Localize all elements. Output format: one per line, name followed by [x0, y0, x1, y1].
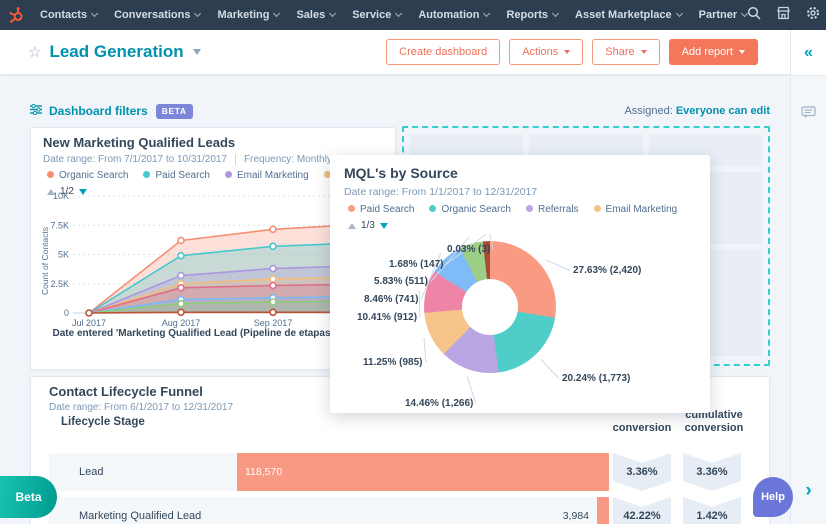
funnel-bar[interactable] [237, 453, 609, 491]
add-report-button[interactable]: Add report [669, 39, 758, 65]
pie-slice-label: 14.46% (1,266) [405, 398, 473, 409]
report-title[interactable]: MQL's by Source [344, 165, 458, 181]
date-range: Date range: From 7/1/2017 to 10/31/2017 [43, 154, 227, 165]
pie-slice-label: 8.46% (741) [364, 294, 418, 305]
nav-item-sales[interactable]: Sales [296, 9, 335, 21]
double-chevron-left-icon: « [804, 44, 813, 62]
nav-item-reports[interactable]: Reports [506, 9, 558, 21]
nav-item-marketing[interactable]: Marketing [217, 9, 279, 21]
nav-utilities [747, 6, 826, 25]
svg-text:Sep 2017: Sep 2017 [254, 318, 293, 328]
nav-item-contacts[interactable]: Contacts [40, 9, 97, 21]
help-button[interactable]: Help [753, 477, 793, 517]
beta-pill-button[interactable]: Beta [0, 476, 57, 518]
svg-text:Jul 2017: Jul 2017 [72, 318, 106, 328]
stage-column-header: Lifecycle Stage [61, 416, 145, 428]
dashboard-filters-link[interactable]: Dashboard filters [49, 104, 148, 118]
top-navigation: Contacts Conversations Marketing Sales S… [0, 0, 826, 30]
nav-item-service[interactable]: Service [352, 9, 401, 21]
page-title: Lead Generation [49, 42, 183, 62]
actions-button[interactable]: Actions [509, 39, 583, 65]
pie-slice-label: 0.03% (3) [447, 244, 490, 255]
legend-pager: 1/3 [348, 220, 388, 231]
conversion-badge: 3.36% [613, 453, 671, 491]
chart-legend: Paid Search Organic Search Referrals Ema… [348, 204, 677, 215]
chevron-right-icon[interactable]: › [791, 480, 826, 502]
stage-value: 3,984 [563, 497, 589, 524]
cumulative-conversion-badge: 1.42% [683, 497, 741, 524]
cumulative-conversion-badge: 3.36% [683, 453, 741, 491]
nav-item-conversations[interactable]: Conversations [114, 9, 200, 21]
share-button[interactable]: Share [592, 39, 659, 65]
nav-menu: Contacts Conversations Marketing Sales S… [40, 9, 747, 21]
collapse-panel-button[interactable]: « [791, 30, 826, 76]
legend-page-up-icon[interactable] [348, 223, 356, 229]
nav-item-asset-marketplace[interactable]: Asset Marketplace [575, 9, 682, 21]
donut-chart[interactable] [424, 241, 556, 373]
pie-slice-label: 20.24% (1,773) [562, 373, 630, 384]
funnel-row-lead[interactable]: Lead 118,570 [49, 453, 609, 491]
assigned-permission-link[interactable]: Everyone can edit [676, 105, 770, 117]
svg-text:5K: 5K [58, 250, 69, 260]
pie-slice-label: 27.63% (2,420) [573, 265, 641, 276]
search-icon[interactable] [747, 6, 761, 25]
comments-icon[interactable] [791, 106, 826, 119]
filters-row: Dashboard filters BETA Assigned: Everyon… [30, 101, 770, 121]
funnel-row-mql[interactable]: Marketing Qualified Lead 3,984 [49, 497, 609, 524]
favorite-star-icon[interactable]: ☆ [28, 43, 41, 61]
filters-icon [30, 102, 42, 120]
nav-item-automation[interactable]: Automation [418, 9, 489, 21]
beta-badge: BETA [156, 104, 193, 119]
stage-label: Marketing Qualified Lead [79, 497, 201, 524]
report-meta: Date range: From 1/1/2017 to 12/31/2017 [344, 186, 537, 198]
stage-value: 118,570 [245, 453, 282, 491]
right-rail: « › [790, 30, 826, 524]
app-screen: Contacts Conversations Marketing Sales S… [0, 0, 826, 524]
conversion-column-header: conversion [612, 422, 672, 435]
create-dashboard-button[interactable]: Create dashboard [386, 39, 500, 65]
pie-slice-label: 11.25% (985) [363, 357, 423, 368]
legend-page-indicator: 1/3 [361, 220, 375, 231]
assigned-label: Assigned: [624, 105, 672, 117]
header-actions: Create dashboard Actions Share Add repor… [386, 39, 758, 65]
svg-text:Aug 2017: Aug 2017 [162, 318, 201, 328]
svg-text:10K: 10K [53, 191, 69, 201]
report-meta: Date range: From 7/1/2017 to 10/31/2017 … [43, 154, 332, 165]
dashboard-switcher-caret-icon[interactable] [193, 49, 201, 55]
report-title[interactable]: Contact Lifecycle Funnel [49, 384, 203, 399]
pie-slice-label: 10.41% (912) [357, 312, 417, 323]
nav-item-partner[interactable]: Partner [699, 9, 748, 21]
report-title[interactable]: New Marketing Qualified Leads [43, 135, 235, 150]
chart-legend: Organic Search Paid Search Email Marketi… [47, 170, 371, 181]
svg-text:0: 0 [64, 308, 69, 318]
pie-slice-label: 5.83% (511) [374, 276, 428, 287]
settings-gear-icon[interactable] [806, 6, 820, 25]
funnel-bar[interactable] [597, 497, 609, 524]
dashboard-header: ☆ Lead Generation Create dashboard Actio… [0, 30, 826, 74]
marketplace-icon[interactable] [776, 6, 791, 25]
legend-page-down-icon[interactable] [380, 223, 388, 229]
hubspot-logo-icon[interactable] [8, 6, 26, 24]
assigned-status: Assigned: Everyone can edit [624, 105, 770, 117]
frequency: Frequency: Monthly [244, 154, 332, 165]
svg-text:7.5K: 7.5K [50, 220, 69, 230]
stage-label: Lead [79, 453, 103, 491]
conversion-badge: 42.22% [613, 497, 671, 524]
report-card-mqls-by-source[interactable]: MQL's by Source Date range: From 1/1/201… [330, 155, 710, 413]
report-meta: Date range: From 6/1/2017 to 12/31/2017 [49, 402, 233, 413]
pie-slice-label: 1.68% (147) [389, 259, 443, 270]
svg-text:2.5K: 2.5K [50, 279, 69, 289]
